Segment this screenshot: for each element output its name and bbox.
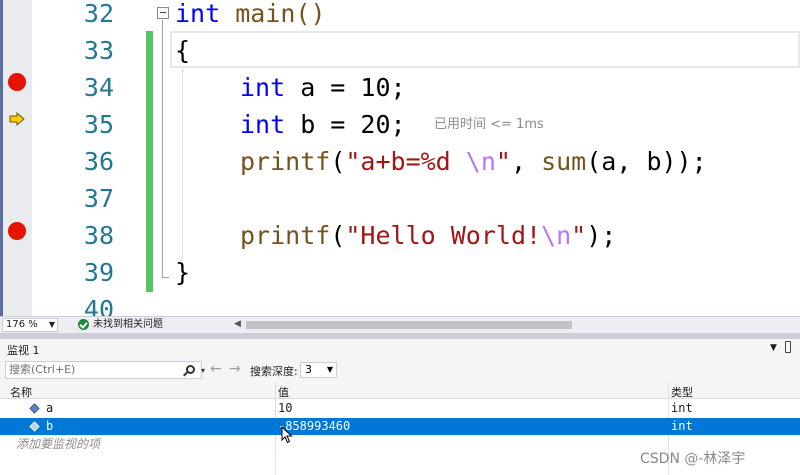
- search-depth-select[interactable]: 3 ▼: [300, 362, 337, 378]
- variable-icon: [29, 403, 40, 414]
- code-editor[interactable]: 32 33 34 35 36 37 38 39 40 int main() { …: [0, 0, 800, 316]
- function-signature: main(): [220, 0, 326, 28]
- horizontal-scrollbar-thumb[interactable]: [246, 321, 572, 329]
- keyword: int: [240, 110, 286, 139]
- code-line-35[interactable]: int b = 20;: [240, 106, 406, 143]
- watch-title: 监视 1: [7, 344, 40, 357]
- line-number: 33: [83, 36, 114, 65]
- line-number: 35: [83, 110, 114, 139]
- function-call: printf: [240, 147, 331, 176]
- change-tracking-bar: [146, 31, 153, 292]
- watch-row-selected[interactable]: b -858993460 int: [0, 418, 800, 435]
- editor-status-strip: 176 % ▼ 未找到相关问题 ◀: [0, 316, 800, 333]
- string-literal: "a+b=%d: [345, 147, 466, 176]
- code-line-33[interactable]: {: [175, 32, 190, 69]
- line-number: 38: [83, 221, 114, 250]
- outline-line-end: [162, 277, 169, 278]
- mouse-cursor-icon: [281, 426, 293, 444]
- code-line-32[interactable]: int main(): [175, 0, 326, 32]
- line-number: 39: [83, 258, 114, 287]
- escape-sequence: \n: [541, 221, 572, 250]
- watch-row-type: int: [671, 401, 693, 415]
- code-line-39[interactable]: }: [175, 254, 190, 291]
- zoom-select[interactable]: 176 % ▼: [2, 318, 58, 332]
- glyph-margin[interactable]: [3, 0, 32, 316]
- search-icon: [186, 365, 195, 374]
- check-circle-icon: [78, 319, 89, 330]
- chevron-down-icon: ▼: [326, 365, 333, 374]
- breakpoint-icon[interactable]: [8, 222, 26, 240]
- code-line-34[interactable]: int a = 10;: [240, 69, 406, 106]
- keyword: int: [175, 0, 221, 28]
- keyword: int: [240, 73, 286, 102]
- line-number: 36: [83, 147, 114, 176]
- scroll-left-icon[interactable]: ◀: [234, 319, 241, 329]
- watch-row-type: int: [671, 419, 693, 433]
- outline-line: [162, 20, 163, 278]
- breakpoint-icon[interactable]: [8, 73, 26, 91]
- search-placeholder: 搜索(Ctrl+E): [9, 363, 76, 376]
- line-number: 40: [83, 295, 114, 316]
- column-header-name[interactable]: 名称: [10, 384, 32, 400]
- watch-title-bar[interactable]: 监视 1 ▼: [0, 339, 800, 359]
- pin-icon[interactable]: [785, 341, 791, 353]
- punctuation: (: [330, 147, 346, 176]
- perf-tip[interactable]: 已用时间 <= 1ms: [434, 106, 544, 143]
- current-line-highlight: [170, 31, 800, 68]
- zoom-value: 176 %: [6, 319, 38, 330]
- search-depth-label: 搜索深度:: [250, 365, 298, 378]
- watermark: CSDN @-林泽宇: [640, 451, 746, 467]
- column-header-type[interactable]: 类型: [671, 384, 693, 400]
- arrow-right-icon[interactable]: →: [229, 361, 241, 377]
- chevron-down-icon: ▼: [48, 320, 55, 329]
- watch-toolbar: 搜索(Ctrl+E) ▾ ← → 搜索深度: 3 ▼: [0, 359, 800, 381]
- arrow-left-icon[interactable]: ←: [210, 361, 222, 377]
- execution-arrow-icon: [9, 112, 25, 126]
- code-line-38[interactable]: printf("Hello World!\n");: [240, 217, 616, 254]
- arguments: (a, b));: [586, 147, 707, 176]
- punctuation: ,: [510, 147, 542, 176]
- statement: a = 10;: [285, 73, 406, 102]
- line-number: 32: [83, 0, 114, 28]
- punctuation: );: [586, 221, 617, 250]
- string-literal: "Hello World!: [345, 221, 542, 250]
- string-literal: ": [571, 221, 587, 250]
- function-call: sum: [541, 147, 587, 176]
- line-number: 37: [83, 184, 114, 213]
- collapse-toggle-icon[interactable]: [157, 7, 169, 19]
- search-depth-value: 3: [305, 363, 312, 376]
- grid-header: 名称 值 类型: [0, 382, 800, 399]
- search-input[interactable]: 搜索(Ctrl+E) ▾: [5, 361, 205, 379]
- function-call: printf: [240, 221, 331, 250]
- line-number: 34: [83, 73, 114, 102]
- watch-row-name: a: [46, 401, 54, 415]
- watch-row-value[interactable]: 10: [278, 400, 292, 417]
- add-watch-placeholder: 添加要监视的项: [16, 437, 101, 451]
- chevron-down-icon[interactable]: ▼: [770, 343, 777, 353]
- escape-sequence: \n: [465, 147, 496, 176]
- watch-row-name: b: [46, 419, 54, 433]
- chevron-down-icon[interactable]: ▾: [201, 363, 205, 379]
- code-line-36[interactable]: printf("a+b=%d \n", sum(a, b));: [240, 143, 707, 180]
- issues-status[interactable]: 未找到相关问题: [93, 319, 163, 331]
- indent-guide: [182, 70, 183, 258]
- watch-row[interactable]: a 10 int: [0, 400, 800, 417]
- variable-icon: [29, 421, 40, 432]
- punctuation: (: [330, 221, 346, 250]
- statement: b = 20;: [285, 110, 406, 139]
- column-header-value[interactable]: 值: [278, 384, 289, 400]
- string-literal: ": [495, 147, 511, 176]
